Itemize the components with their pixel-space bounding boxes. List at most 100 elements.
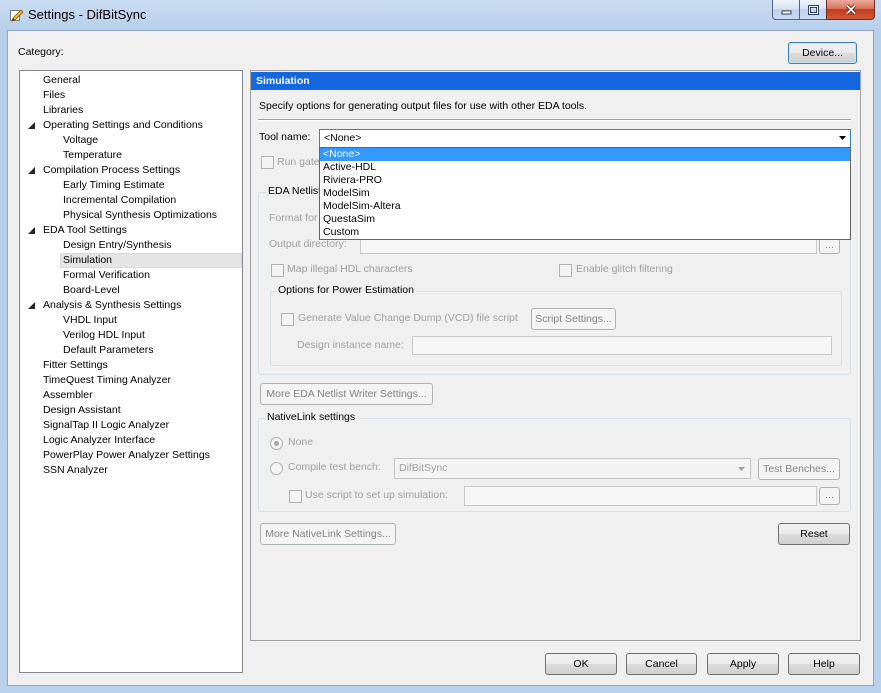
tree-item-label: Operating Settings and Conditions xyxy=(43,119,203,131)
tree-item-eda-tool-settings[interactable]: EDA Tool Settings xyxy=(20,223,242,238)
tree-item-design-assistant[interactable]: Design Assistant xyxy=(20,403,242,418)
dropdown-option-riviera-pro[interactable]: Riviera-PRO xyxy=(320,174,850,187)
tree-item-voltage[interactable]: Voltage xyxy=(20,133,242,148)
tree-item-operating-settings-and-conditions[interactable]: Operating Settings and Conditions xyxy=(20,118,242,133)
tree-item-signaltap-ii-logic-analyzer[interactable]: SignalTap II Logic Analyzer xyxy=(20,418,242,433)
dropdown-option-active-hdl[interactable]: Active-HDL xyxy=(320,161,850,174)
tree-item-formal-verification[interactable]: Formal Verification xyxy=(20,268,242,283)
test-bench-select[interactable]: DifBitSync xyxy=(394,458,751,479)
tree-item-files[interactable]: Files xyxy=(20,88,242,103)
tool-name-dropdown-list[interactable]: <None> Active-HDL Riviera-PRO ModelSim Model… xyxy=(319,147,851,240)
tree-item-ssn-analyzer[interactable]: SSN Analyzer xyxy=(20,463,242,478)
design-instance-name-input[interactable] xyxy=(412,336,832,355)
tree-item-incremental-compilation[interactable]: Incremental Compilation xyxy=(20,193,242,208)
use-script-browse-button[interactable]: ... xyxy=(819,487,840,505)
test-benches-button[interactable]: Test Benches... xyxy=(758,458,840,480)
none-radio[interactable] xyxy=(270,437,283,450)
tree-item-temperature[interactable]: Temperature xyxy=(20,148,242,163)
tree-item-label: Libraries xyxy=(43,104,84,116)
minimize-icon xyxy=(781,5,792,15)
tree-item-simulation[interactable]: Simulation xyxy=(20,253,242,268)
power-estimation-group-label: Options for Power Estimation xyxy=(276,284,416,297)
tree-item-default-parameters[interactable]: Default Parameters xyxy=(20,343,242,358)
divider xyxy=(258,119,851,121)
tree-item-label: Physical Synthesis Optimizations xyxy=(63,209,218,221)
tree-item-general[interactable]: General xyxy=(20,73,242,88)
dropdown-option-modelsim[interactable]: ModelSim xyxy=(320,187,850,200)
tree-item-compilation-process-settings[interactable]: Compilation Process Settings xyxy=(20,163,242,178)
tree-item-physical-synthesis-optimizations[interactable]: Physical Synthesis Optimizations xyxy=(20,208,242,223)
eda-netlist-group-label: EDA Netlist xyxy=(266,185,324,198)
tree-item-label: PowerPlay Power Analyzer Settings xyxy=(43,449,210,461)
tree-item-fitter-settings[interactable]: Fitter Settings xyxy=(20,358,242,373)
script-settings-button[interactable]: Script Settings... xyxy=(531,308,616,330)
tree-item-label: General xyxy=(43,74,81,86)
more-nativelink-settings-button[interactable]: More NativeLink Settings... xyxy=(260,523,396,545)
use-script-input[interactable] xyxy=(464,486,817,506)
tree-item-label: Logic Analyzer Interface xyxy=(43,434,156,446)
reset-button[interactable]: Reset xyxy=(778,523,850,545)
tree-item-label: Files xyxy=(43,89,66,101)
use-script-checkbox[interactable] xyxy=(289,490,302,503)
dropdown-option-none[interactable]: <None> xyxy=(320,148,850,161)
tree-item-vhdl-input[interactable]: VHDL Input xyxy=(20,313,242,328)
dropdown-option-custom[interactable]: Custom xyxy=(320,226,850,239)
compile-test-bench-radio[interactable] xyxy=(270,462,283,475)
panel-header: Simulation xyxy=(251,72,860,90)
generate-vcd-checkbox[interactable] xyxy=(281,313,294,326)
chevron-down-icon[interactable] xyxy=(738,467,745,471)
tree-item-analysis-synthesis-settings[interactable]: Analysis & Synthesis Settings xyxy=(20,298,242,313)
ok-button[interactable]: OK xyxy=(545,653,617,675)
tree-item-board-level[interactable]: Board-Level xyxy=(20,283,242,298)
enable-glitch-filtering-checkbox[interactable] xyxy=(559,264,572,277)
dropdown-option-modelsim-altera[interactable]: ModelSim-Altera xyxy=(320,200,850,213)
window-title: Settings - DifBitSync xyxy=(28,7,147,22)
tree-item-label: VHDL Input xyxy=(63,314,117,326)
apply-button[interactable]: Apply xyxy=(707,653,779,675)
tree-item-label: Assembler xyxy=(43,389,93,401)
more-eda-netlist-settings-button[interactable]: More EDA Netlist Writer Settings... xyxy=(260,383,433,405)
cancel-button[interactable]: Cancel xyxy=(626,653,697,675)
tree-item-label: Voltage xyxy=(63,134,99,146)
minimize-button[interactable] xyxy=(772,0,800,20)
category-tree-list: General Files Libraries Operating Settings … xyxy=(20,71,242,478)
test-bench-value: DifBitSync xyxy=(399,462,448,474)
chevron-down-icon[interactable] xyxy=(839,136,846,140)
format-for-label: Format for xyxy=(269,212,318,224)
title-bar[interactable]: Settings - DifBitSync xyxy=(0,0,881,30)
tree-item-label: Temperature xyxy=(63,149,122,161)
tree-item-label: Board-Level xyxy=(63,284,120,296)
tree-item-timequest-timing-analyzer[interactable]: TimeQuest Timing Analyzer xyxy=(20,373,242,388)
compile-test-bench-label: Compile test bench: xyxy=(288,461,381,473)
map-illegal-hdl-checkbox[interactable] xyxy=(271,264,284,277)
tool-name-select[interactable]: <None> xyxy=(319,129,851,148)
maximize-button[interactable] xyxy=(799,0,827,20)
tree-item-label: Design Entry/Synthesis xyxy=(63,239,172,251)
tree-item-assembler[interactable]: Assembler xyxy=(20,388,242,403)
tree-item-label: Default Parameters xyxy=(63,344,154,356)
maximize-icon xyxy=(807,4,819,15)
tree-item-label: Early Timing Estimate xyxy=(63,179,165,191)
tree-item-powerplay-power-analyzer-settings[interactable]: PowerPlay Power Analyzer Settings xyxy=(20,448,242,463)
tree-item-design-entry-synthesis[interactable]: Design Entry/Synthesis xyxy=(20,238,242,253)
tree-item-logic-analyzer-interface[interactable]: Logic Analyzer Interface xyxy=(20,433,242,448)
tree-item-label: SignalTap II Logic Analyzer xyxy=(43,419,170,431)
run-gate-label: Run gate xyxy=(277,156,320,168)
help-button[interactable]: Help xyxy=(788,653,860,675)
use-script-label: Use script to set up simulation: xyxy=(305,489,448,501)
dropdown-option-questasim[interactable]: QuestaSim xyxy=(320,213,850,226)
close-icon xyxy=(845,4,857,15)
generate-vcd-label: Generate Value Change Dump (VCD) file sc… xyxy=(298,312,518,324)
category-label: Category: xyxy=(18,46,64,58)
none-radio-label: None xyxy=(288,436,314,448)
run-gate-checkbox[interactable] xyxy=(261,156,274,169)
enable-glitch-filtering-label: Enable glitch filtering xyxy=(576,263,673,275)
panel-description: Specify options for generating output fi… xyxy=(259,100,588,112)
close-button[interactable] xyxy=(826,0,875,20)
tree-item-verilog-hdl-input[interactable]: Verilog HDL Input xyxy=(20,328,242,343)
tree-item-early-timing-estimate[interactable]: Early Timing Estimate xyxy=(20,178,242,193)
category-tree[interactable]: General Files Libraries Operating Settings … xyxy=(19,70,243,673)
device-button[interactable]: Device... xyxy=(788,42,857,64)
tree-item-label: Simulation xyxy=(63,254,113,266)
tree-item-libraries[interactable]: Libraries xyxy=(20,103,242,118)
